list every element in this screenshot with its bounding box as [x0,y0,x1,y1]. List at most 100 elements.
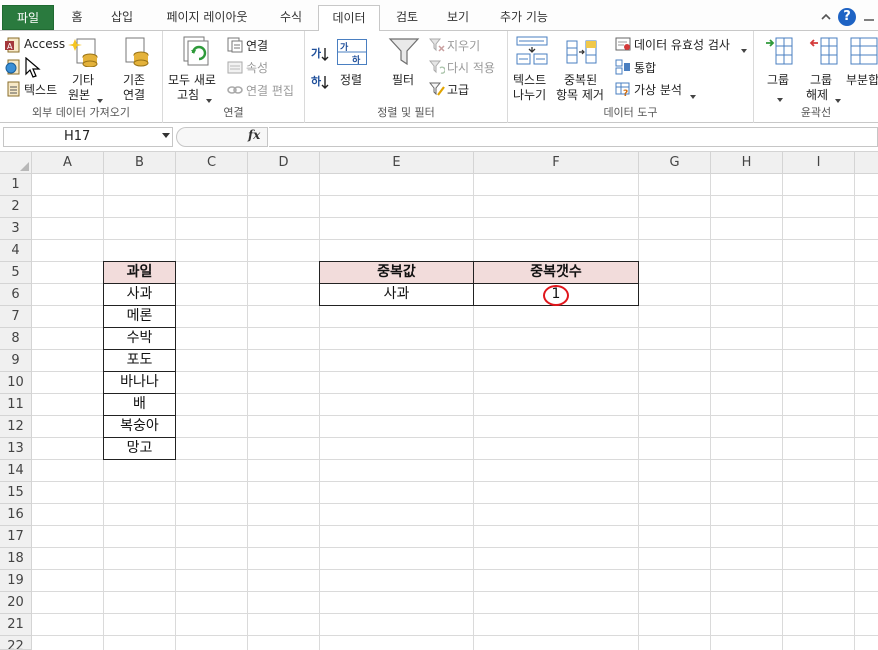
minimize-icon[interactable] [862,10,876,24]
column-header-c[interactable]: C [176,152,248,174]
filter-button[interactable]: 필터 [392,71,414,88]
name-box[interactable]: H17 [3,127,173,147]
row-header-8[interactable]: 8 [0,328,32,350]
group-data-tools: 텍스트 나누기 중복된 항목 제거 데이터 유효성 검사 통합 ? 가상 분석 … [508,31,754,123]
column-header-g[interactable]: G [639,152,711,174]
tab-home[interactable]: 홈 [60,5,94,31]
cell-b8[interactable]: 수박 [103,327,176,350]
tab-page-layout[interactable]: 페이지 레이아웃 [152,5,262,31]
row-header-13[interactable]: 13 [0,438,32,460]
column-header-b[interactable]: B [104,152,176,174]
cell-f5-duplicate-count-header[interactable]: 중복갯수 [473,261,639,284]
cell-b10[interactable]: 바나나 [103,371,176,394]
sort-ascending-icon[interactable]: 가 [311,45,329,66]
row-header-21[interactable]: 21 [0,614,32,636]
row-header-18[interactable]: 18 [0,548,32,570]
select-all-button[interactable] [0,152,32,174]
column-header-h[interactable]: H [711,152,783,174]
existing-connections-icon [120,35,152,70]
gridline [782,174,783,650]
mouse-cursor-icon [24,56,44,82]
row-header-20[interactable]: 20 [0,592,32,614]
data-validation-button[interactable]: 데이터 유효성 검사 [634,36,730,53]
advanced-button[interactable]: 고급 [447,81,469,98]
cell-b6[interactable]: 사과 [103,283,176,306]
row-header-14[interactable]: 14 [0,460,32,482]
column-header-e[interactable]: E [320,152,474,174]
ungroup-label-2[interactable]: 해제 [806,86,828,103]
tab-formulas[interactable]: 수식 [270,5,312,31]
row-header-7[interactable]: 7 [0,306,32,328]
tab-file[interactable]: 파일 [2,5,54,30]
remove-duplicates-label-2[interactable]: 항목 제거 [556,86,604,103]
access-icon: A [5,37,21,56]
row-header-9[interactable]: 9 [0,350,32,372]
column-header-f[interactable]: F [474,152,639,174]
help-icon[interactable]: ? [838,8,856,26]
from-text-button[interactable]: 텍스트 [24,81,57,98]
cell-b13[interactable]: 망고 [103,437,176,460]
what-if-analysis-button[interactable]: 가상 분석 [634,81,682,98]
row-header-15[interactable]: 15 [0,482,32,504]
sort-button[interactable]: 정렬 [340,71,362,88]
refresh-all-label-2[interactable]: 고침 [177,86,199,103]
properties-button[interactable]: 속성 [246,59,268,76]
row-header-19[interactable]: 19 [0,570,32,592]
cell-b9[interactable]: 포도 [103,349,176,372]
cell-b5-fruit-header[interactable]: 과일 [103,261,176,284]
row-header-3[interactable]: 3 [0,218,32,240]
cell-b7[interactable]: 메론 [103,305,176,328]
subtotal-button[interactable]: 부분합 [846,71,878,88]
tab-view[interactable]: 보기 [436,5,480,31]
row-header-17[interactable]: 17 [0,526,32,548]
name-box-dropdown-icon[interactable] [162,133,170,138]
ribbon: A Access 텍스트 기타 원본 기존 연결 외부 데이터 가져오기 모두 … [0,31,878,123]
text-to-columns-label-2[interactable]: 나누기 [513,86,546,103]
svg-text:?: ? [623,89,628,97]
remove-duplicates-icon [566,39,598,70]
column-header-i[interactable]: I [783,152,855,174]
row-header-4[interactable]: 4 [0,240,32,262]
cell-b12[interactable]: 복숭아 [103,415,176,438]
formula-bar: H17 fx [0,123,878,152]
cell-b11[interactable]: 배 [103,393,176,416]
cell-e6[interactable]: 사과 [319,283,474,306]
clear-button[interactable]: 지우기 [447,37,480,54]
chevron-down-icon [777,91,783,105]
column-header-d[interactable]: D [248,152,320,174]
formula-input[interactable] [269,127,878,147]
from-access-button[interactable]: Access [24,37,65,51]
row-header-6[interactable]: 6 [0,284,32,306]
row-header-16[interactable]: 16 [0,504,32,526]
group-button[interactable]: 그룹 [767,71,789,88]
row-header-5[interactable]: 5 [0,262,32,284]
tab-data[interactable]: 데이터 [318,5,380,32]
gridline [32,569,878,570]
row-header-22[interactable]: 22 [0,636,32,650]
gridline [32,239,878,240]
row-header-11[interactable]: 11 [0,394,32,416]
row-header-10[interactable]: 10 [0,372,32,394]
tab-review[interactable]: 검토 [386,5,428,31]
cell-e5-duplicate-value-header[interactable]: 중복값 [319,261,474,284]
gridline [32,503,878,504]
row-header-1[interactable]: 1 [0,174,32,196]
consolidate-button[interactable]: 통합 [634,59,656,76]
sort-descending-icon[interactable]: 하 [311,73,329,94]
insert-function-icon[interactable]: fx [248,128,260,142]
row-header-2[interactable]: 2 [0,196,32,218]
reapply-button[interactable]: 다시 적용 [447,59,495,76]
column-header-a[interactable]: A [32,152,104,174]
group-icon [764,37,794,68]
tab-insert[interactable]: 삽입 [100,5,144,31]
gridline [247,174,248,650]
ribbon-tab-bar: 파일 홈 삽입 페이지 레이아웃 수식 데이터 검토 보기 추가 기능 ? [0,0,878,32]
existing-connections-label-2[interactable]: 연결 [123,86,145,103]
chevron-up-icon[interactable] [818,9,834,25]
row-header-12[interactable]: 12 [0,416,32,438]
column-header-partial[interactable] [855,152,878,174]
other-sources-label-2[interactable]: 원본 [68,86,90,103]
edit-links-button[interactable]: 연결 편집 [246,82,294,99]
tab-add-ins[interactable]: 추가 기능 [488,5,560,31]
connections-button[interactable]: 연결 [246,37,268,54]
